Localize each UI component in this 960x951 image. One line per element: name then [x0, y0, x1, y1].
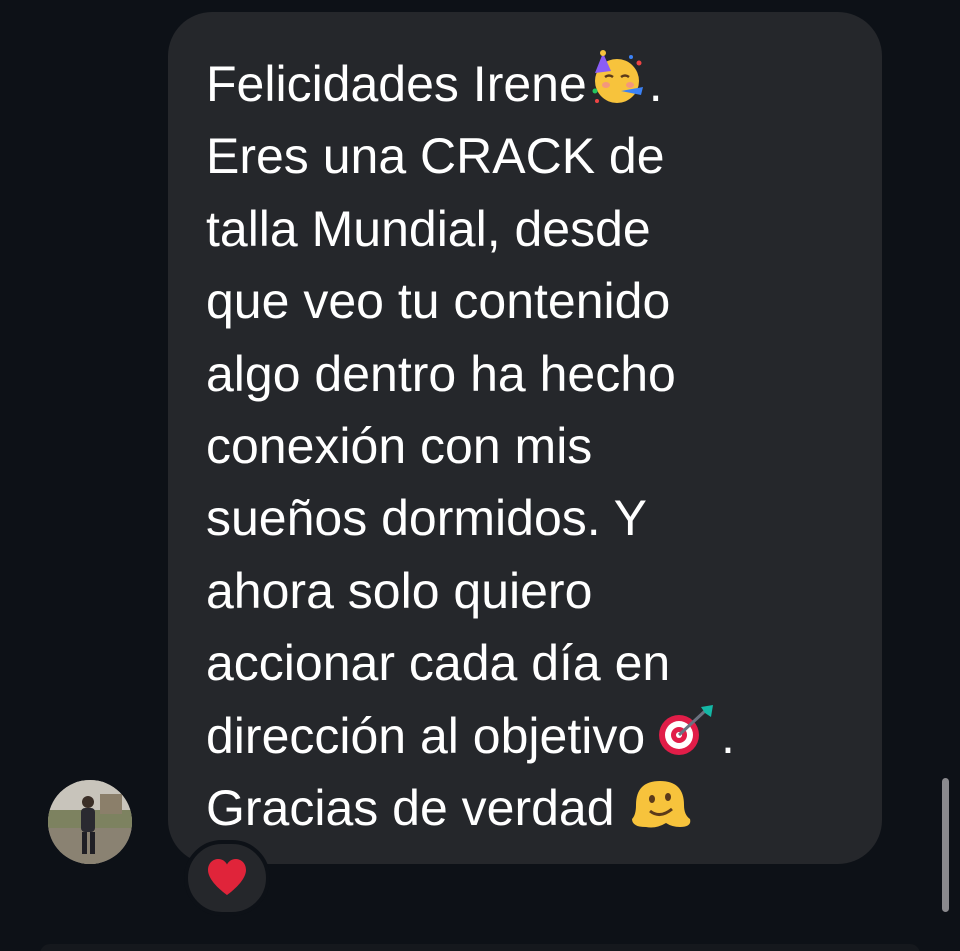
message-bubble[interactable]: Felicidades Irene . Eres una CRACK de ta…: [168, 12, 882, 864]
message-line: ahora solo quiero: [206, 562, 593, 619]
message-line: que veo tu contenido: [206, 273, 671, 330]
message-text: Felicidades Irene . Eres una CRACK de ta…: [206, 48, 862, 844]
message-line: talla Mundial, desde: [206, 200, 651, 257]
partying-face-icon: [587, 50, 649, 107]
message-line: sueños dormidos. Y: [206, 490, 647, 547]
message-line: Eres una CRACK de: [206, 128, 665, 185]
message-line-text: Felicidades Irene: [206, 56, 587, 112]
message-line-text: Gracias de verdad: [206, 780, 629, 837]
reaction-badge[interactable]: [184, 840, 270, 916]
message-line-text: .: [648, 56, 663, 112]
melting-face-icon: [628, 781, 691, 831]
red-heart-icon: [208, 859, 246, 895]
message-line: dirección al objetivo .: [206, 700, 862, 772]
message-line-text: dirección al objetivo: [206, 707, 660, 764]
message-line: Felicidades Irene .: [206, 48, 862, 120]
scrollbar[interactable]: [942, 778, 949, 912]
avatar-photo: [48, 780, 132, 864]
message-line: conexión con mis: [206, 418, 593, 475]
message-line: accionar cada día en: [206, 635, 671, 692]
sender-avatar[interactable]: [48, 780, 132, 864]
message-line: Gracias de verdad: [206, 772, 862, 844]
message-line-text: .: [721, 707, 735, 764]
target-dart-icon: [659, 704, 721, 759]
chat-screen: Felicidades Irene . Eres una CRACK de ta…: [0, 0, 960, 951]
message-line: algo dentro ha hecho: [206, 345, 676, 402]
composer-edge: [40, 944, 920, 951]
